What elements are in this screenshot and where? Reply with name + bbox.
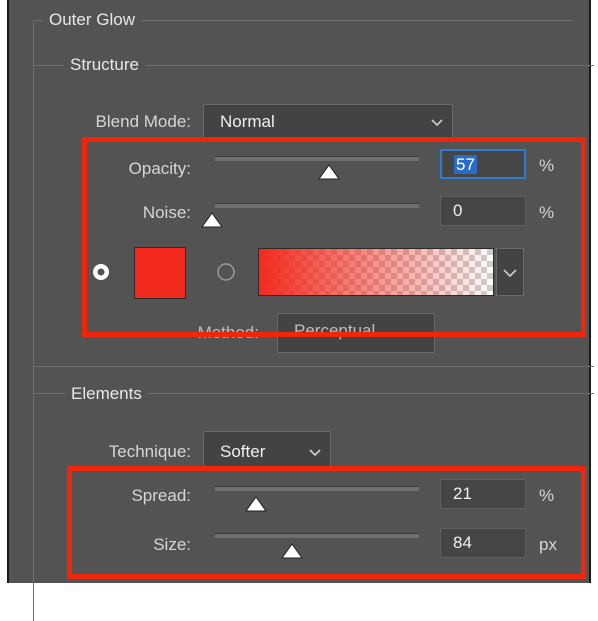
- blend-mode-label: Blend Mode:: [95, 112, 191, 131]
- outer-glow-title: Outer Glow: [43, 10, 141, 30]
- highlight-box-structure: [82, 137, 586, 337]
- technique-dropdown[interactable]: Softer: [203, 431, 331, 471]
- highlight-box-elements: [67, 466, 586, 579]
- blend-mode-value: Normal: [220, 112, 275, 131]
- technique-value: Softer: [220, 442, 266, 461]
- structure-title: Structure: [64, 55, 145, 75]
- technique-label: Technique:: [108, 442, 191, 461]
- blend-mode-dropdown[interactable]: Normal: [203, 104, 453, 140]
- elements-title: Elements: [65, 384, 148, 404]
- layer-style-panel: Outer Glow Structure Blend Mode: Normal …: [7, 0, 594, 621]
- chevron-down-icon: [431, 119, 443, 127]
